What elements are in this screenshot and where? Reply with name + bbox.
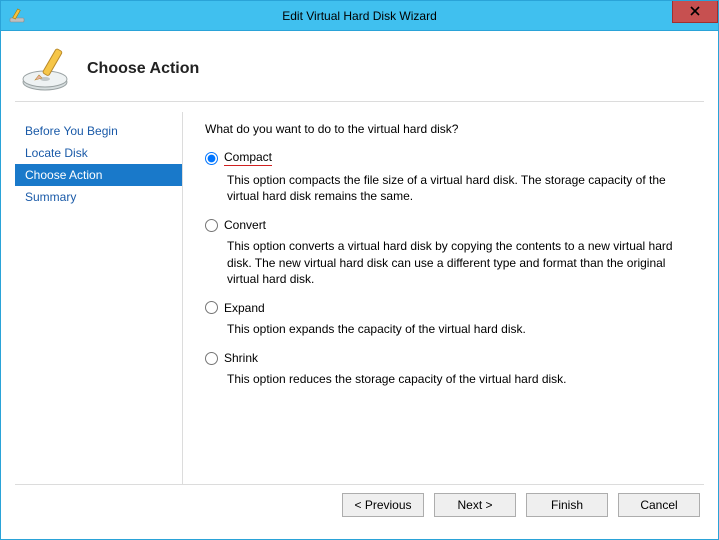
option-expand-row[interactable]: Expand — [205, 301, 694, 315]
option-compact-desc: This option compacts the file size of a … — [227, 172, 694, 204]
wizard-header: Choose Action — [1, 31, 718, 101]
app-icon — [9, 8, 25, 24]
option-shrink-label: Shrink — [224, 351, 258, 365]
option-shrink-row[interactable]: Shrink — [205, 351, 694, 365]
cancel-button[interactable]: Cancel — [618, 493, 700, 517]
option-compact-row[interactable]: Compact — [205, 150, 694, 166]
wizard-footer: < Previous Next > Finish Cancel — [1, 485, 718, 539]
disk-edit-icon — [19, 44, 79, 94]
option-convert-row[interactable]: Convert — [205, 218, 694, 232]
option-shrink: Shrink This option reduces the storage c… — [205, 351, 694, 387]
radio-expand[interactable] — [205, 301, 218, 314]
option-convert: Convert This option converts a virtual h… — [205, 218, 694, 287]
option-convert-desc: This option converts a virtual hard disk… — [227, 238, 694, 287]
close-icon — [690, 4, 700, 19]
radio-shrink[interactable] — [205, 352, 218, 365]
page-title: Choose Action — [87, 60, 199, 78]
wizard-content: What do you want to do to the virtual ha… — [183, 112, 704, 484]
option-compact-label: Compact — [224, 150, 272, 166]
content-prompt: What do you want to do to the virtual ha… — [205, 122, 694, 136]
radio-convert[interactable] — [205, 219, 218, 232]
option-expand-desc: This option expands the capacity of the … — [227, 321, 694, 337]
wizard-window: Edit Virtual Hard Disk Wizard Choose Act… — [0, 0, 719, 540]
option-compact: Compact This option compacts the file si… — [205, 150, 694, 204]
next-button[interactable]: Next > — [434, 493, 516, 517]
step-locate-disk[interactable]: Locate Disk — [15, 142, 182, 164]
option-convert-label: Convert — [224, 218, 266, 232]
option-expand: Expand This option expands the capacity … — [205, 301, 694, 337]
step-choose-action[interactable]: Choose Action — [15, 164, 182, 186]
previous-button[interactable]: < Previous — [342, 493, 424, 517]
close-button[interactable] — [672, 1, 718, 23]
step-summary[interactable]: Summary — [15, 186, 182, 208]
wizard-steps-sidebar: Before You Begin Locate Disk Choose Acti… — [15, 112, 183, 484]
titlebar: Edit Virtual Hard Disk Wizard — [1, 1, 718, 31]
radio-compact[interactable] — [205, 152, 218, 165]
finish-button[interactable]: Finish — [526, 493, 608, 517]
step-before-you-begin[interactable]: Before You Begin — [15, 120, 182, 142]
wizard-body: Before You Begin Locate Disk Choose Acti… — [1, 102, 718, 484]
option-expand-label: Expand — [224, 301, 265, 315]
window-title: Edit Virtual Hard Disk Wizard — [1, 9, 718, 23]
option-shrink-desc: This option reduces the storage capacity… — [227, 371, 694, 387]
